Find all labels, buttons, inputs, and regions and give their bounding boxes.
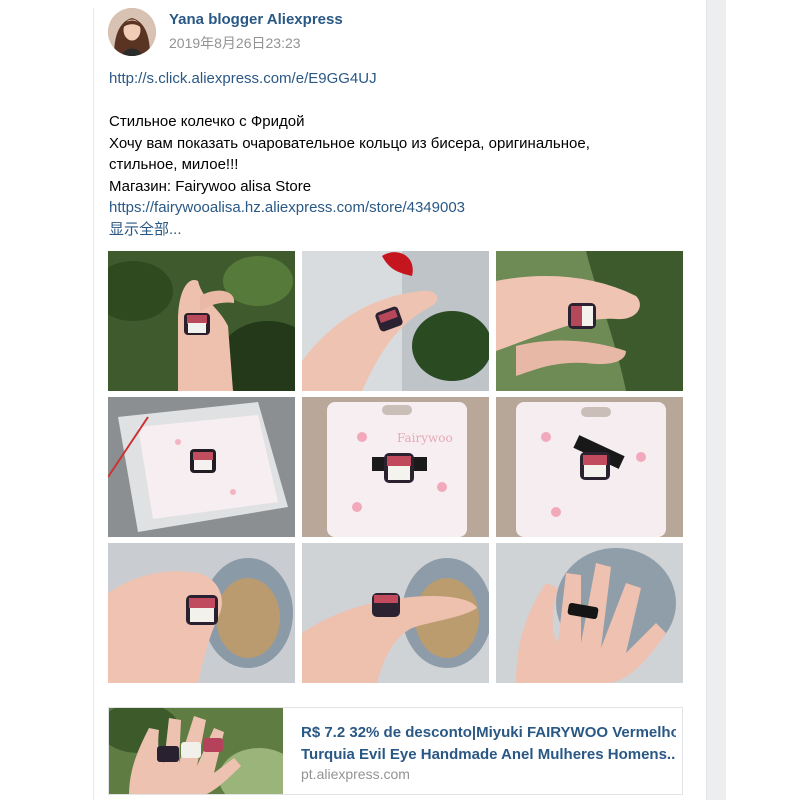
wall-post: Yana blogger Aliexpress 2019年8月26日23:23 … (108, 0, 684, 800)
photo-ring-back-view[interactable] (496, 543, 683, 683)
show-more-link[interactable]: 显示全部... (109, 219, 684, 241)
card-brand-text: Fairywoo (397, 431, 453, 445)
post-date[interactable]: 2019年8月26日23:23 (169, 33, 301, 53)
photo-ring-hand-stones[interactable] (108, 543, 295, 683)
link-preview-title[interactable]: R$ 7.2 32% de desconto|Miyuki FAIRYWOO V… (301, 722, 676, 766)
author-avatar[interactable] (108, 8, 156, 56)
photo-ring-hand-leaf[interactable] (496, 251, 683, 391)
store-link[interactable]: https://fairywooalisa.hz.aliexpress.com/… (109, 197, 684, 219)
page-scroll-rail[interactable] (706, 0, 726, 800)
link-preview-card[interactable]: R$ 7.2 32% de desconto|Miyuki FAIRYWOO V… (108, 707, 683, 795)
link-preview-domain: pt.aliexpress.com (301, 766, 410, 782)
feed-page: Yana blogger Aliexpress 2019年8月26日23:23 … (0, 0, 800, 800)
post-left-border (93, 8, 94, 800)
photo-ring-in-bag[interactable] (108, 397, 295, 537)
photo-ring-on-card-angled[interactable] (496, 397, 683, 537)
post-text: http://s.click.aliexpress.com/e/E9GG4UJ … (109, 68, 684, 240)
post-text-line: Стильное колечко с Фридой (109, 113, 305, 130)
post-text-line: стильное, милое!!! (109, 156, 239, 173)
link-preview-title-line[interactable]: Turquia Evil Eye Handmade Anel Mulheres … (301, 744, 676, 766)
link-preview-title-line[interactable]: R$ 7.2 32% de desconto|Miyuki FAIRYWOO V… (301, 722, 676, 744)
affiliate-link[interactable]: http://s.click.aliexpress.com/e/E9GG4UJ (109, 68, 684, 90)
photo-ring-hand-anthurium[interactable] (302, 251, 489, 391)
post-text-line: Магазин: Fairywoo alisa Store (109, 177, 312, 195)
photo-ring-on-card[interactable]: Fairywoo (302, 397, 489, 537)
author-name[interactable]: Yana blogger Aliexpress (169, 11, 343, 28)
post-text-line: Хочу вам показать очаровательное кольцо … (109, 134, 590, 152)
link-preview-thumbnail[interactable] (109, 708, 283, 794)
photo-ring-side-view[interactable] (302, 543, 489, 683)
photo-ring-hand-plants-1[interactable] (108, 251, 295, 391)
